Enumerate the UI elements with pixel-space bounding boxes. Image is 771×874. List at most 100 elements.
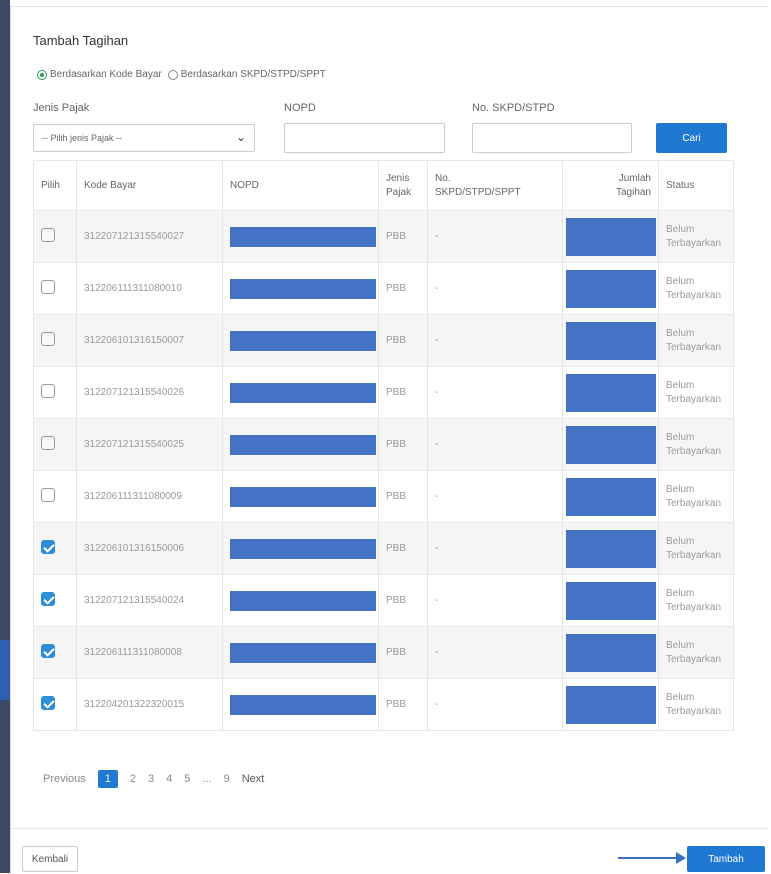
row-checkbox[interactable]	[41, 696, 55, 710]
header-jenis-pajak-line2: Pajak	[386, 186, 412, 198]
row-status: Belum Terbayarkan	[658, 574, 734, 627]
row-no-skpd: -	[427, 262, 563, 315]
jenis-pajak-label: Jenis Pajak	[33, 102, 90, 114]
row-kode-bayar: 312204201322320015	[76, 678, 223, 731]
row-kode-bayar: 312207121315540025	[76, 418, 223, 471]
nopd-input[interactable]	[284, 123, 445, 153]
row-checkbox-cell	[33, 626, 77, 679]
header-status: Status	[658, 160, 734, 211]
header-no-skpd: No. SKPD/STPD/SPPT	[427, 160, 563, 211]
pagination: Previous 1 2 3 4 5 ... 9 Next	[43, 770, 276, 788]
row-jenis-pajak: PBB	[378, 678, 428, 731]
table-row: 312206101316150007 PBB - Belum Terbayarkan	[33, 314, 734, 367]
header-jumlah-line1: Jumlah	[618, 172, 651, 184]
jenis-pajak-select[interactable]: -- Pilih jenis Pajak -- ⌄	[33, 124, 255, 152]
table-row: 312206101316150006 PBB - Belum Terbayarkan	[33, 522, 734, 575]
jenis-pajak-select-value: -- Pilih jenis Pajak --	[42, 133, 123, 143]
row-checkbox[interactable]	[41, 228, 55, 242]
row-kode-bayar: 312206101316150006	[76, 522, 223, 575]
pagination-previous[interactable]: Previous	[43, 773, 86, 785]
row-checkbox-cell	[33, 574, 77, 627]
header-jenis-pajak: Jenis Pajak	[378, 160, 428, 211]
row-status-line1: Belum	[666, 639, 695, 651]
row-checkbox[interactable]	[41, 332, 55, 346]
pagination-page-5[interactable]: 5	[184, 773, 190, 785]
row-jenis-pajak: PBB	[378, 210, 428, 263]
row-jumlah-tagihan	[562, 314, 659, 367]
tagihan-table: Pilih Kode Bayar NOPD Jenis Pajak No. SK…	[33, 160, 734, 731]
table-row: 312207121315540027 PBB - Belum Terbayarkan	[33, 210, 734, 263]
nopd-redaction	[230, 330, 376, 351]
skpd-input[interactable]	[472, 123, 632, 153]
row-checkbox-cell	[33, 470, 77, 523]
modal-title: Tambah Tagihan	[33, 33, 129, 48]
background-sidebar-highlight	[0, 640, 10, 700]
row-jenis-pajak: PBB	[378, 626, 428, 679]
jumlah-redaction	[566, 321, 656, 360]
radio-skpd-label[interactable]: Berdasarkan SKPD/STPD/SPPT	[181, 69, 326, 80]
row-checkbox[interactable]	[41, 280, 55, 294]
pagination-next[interactable]: Next	[242, 773, 265, 785]
pagination-ellipsis: ...	[202, 773, 212, 785]
row-status-line1: Belum	[666, 379, 695, 391]
table-row: 312207121315540025 PBB - Belum Terbayarkan	[33, 418, 734, 471]
pagination-page-2[interactable]: 2	[130, 773, 136, 785]
header-jumlah-line2: Tagihan	[615, 186, 651, 198]
row-jumlah-tagihan	[562, 574, 659, 627]
radio-skpd[interactable]	[167, 69, 178, 80]
table-row: 312206111311080010 PBB - Belum Terbayarkan	[33, 262, 734, 315]
row-checkbox[interactable]	[41, 592, 55, 606]
row-nopd	[222, 626, 379, 679]
row-no-skpd: -	[427, 418, 563, 471]
row-status: Belum Terbayarkan	[658, 314, 734, 367]
nopd-redaction	[230, 382, 376, 403]
tambah-button[interactable]: Tambah	[687, 846, 765, 872]
row-nopd	[222, 366, 379, 419]
header-nopd: NOPD	[222, 160, 379, 211]
row-jenis-pajak: PBB	[378, 314, 428, 367]
row-status-line2: Terbayarkan	[666, 497, 722, 509]
row-status: Belum Terbayarkan	[658, 678, 734, 731]
row-status-line2: Terbayarkan	[666, 445, 722, 457]
row-status-line2: Terbayarkan	[666, 393, 722, 405]
radio-kode-bayar[interactable]	[37, 69, 47, 80]
row-checkbox-cell	[33, 210, 77, 263]
row-status-line2: Terbayarkan	[666, 601, 722, 613]
nopd-redaction	[230, 590, 376, 611]
row-kode-bayar: 312207121315540027	[76, 210, 223, 263]
row-nopd	[222, 210, 379, 263]
radio-kode-bayar-label[interactable]: Berdasarkan Kode Bayar	[50, 69, 162, 80]
nopd-redaction	[230, 642, 376, 663]
row-checkbox[interactable]	[41, 644, 55, 658]
pagination-page-1[interactable]: 1	[97, 770, 118, 788]
jumlah-redaction	[566, 685, 656, 724]
row-status-line1: Belum	[666, 587, 695, 599]
row-status: Belum Terbayarkan	[658, 418, 734, 471]
row-checkbox[interactable]	[41, 436, 55, 450]
row-status-line1: Belum	[666, 431, 695, 443]
row-status-line2: Terbayarkan	[666, 237, 722, 249]
row-status-line2: Terbayarkan	[666, 653, 722, 665]
row-checkbox[interactable]	[41, 384, 55, 398]
skpd-label: No. SKPD/STPD	[472, 102, 555, 114]
row-jenis-pajak: PBB	[378, 418, 428, 471]
search-mode-radio-group: Berdasarkan Kode Bayar Berdasarkan SKPD/…	[37, 69, 326, 80]
header-jenis-pajak-line1: Jenis	[386, 172, 410, 184]
row-status-line1: Belum	[666, 535, 695, 547]
jumlah-redaction	[566, 269, 656, 308]
kembali-button[interactable]: Kembali	[22, 846, 78, 872]
background-sidebar	[0, 0, 10, 873]
nopd-redaction	[230, 226, 376, 247]
table-row: 312207121315540024 PBB - Belum Terbayarkan	[33, 574, 734, 627]
row-nopd	[222, 262, 379, 315]
pagination-page-3[interactable]: 3	[148, 773, 154, 785]
row-checkbox[interactable]	[41, 488, 55, 502]
cari-button[interactable]: Cari	[656, 123, 727, 153]
row-no-skpd: -	[427, 574, 563, 627]
tambah-tagihan-modal: Tambah Tagihan Berdasarkan Kode Bayar Be…	[10, 6, 769, 874]
pagination-page-4[interactable]: 4	[166, 773, 172, 785]
row-checkbox[interactable]	[41, 540, 55, 554]
row-jumlah-tagihan	[562, 522, 659, 575]
row-checkbox-cell	[33, 418, 77, 471]
pagination-page-9[interactable]: 9	[224, 773, 230, 785]
